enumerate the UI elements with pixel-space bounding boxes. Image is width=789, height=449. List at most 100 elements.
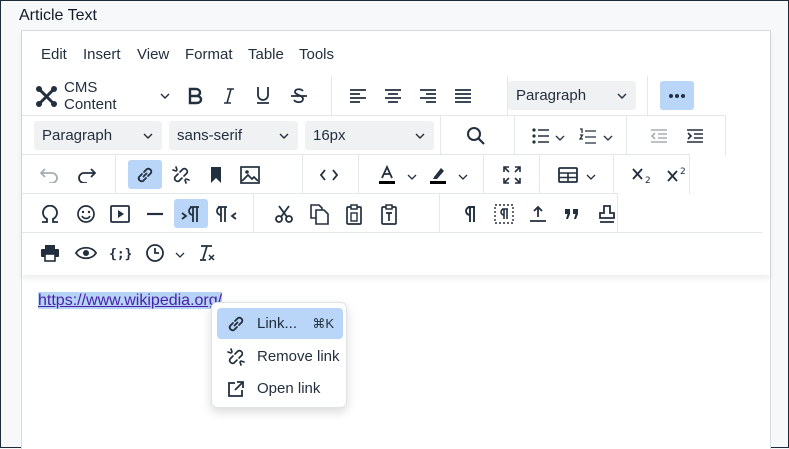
strikethrough-button[interactable] [283,81,315,110]
chevron-down-icon [414,129,426,146]
cut-button[interactable] [268,199,300,228]
align-right-button[interactable] [412,81,444,110]
clear-formatting-button[interactable] [191,238,223,267]
menu-insert[interactable]: Insert [83,46,121,63]
ltr-button[interactable] [174,199,208,228]
blockquote-button[interactable] [556,199,588,228]
toolbar-group-search [441,116,515,155]
rich-text-editor: Edit Insert View Format Table Tools CMS … [21,30,771,449]
context-item-link[interactable]: Link... ⌘K [217,308,343,339]
rtl-button[interactable] [211,199,243,228]
menu-edit[interactable]: Edit [41,46,67,63]
toolbar-group-fullscreen [484,155,540,194]
chevron-down-icon[interactable] [603,128,613,146]
chevron-down-icon[interactable] [175,245,185,263]
superscript-button[interactable]: 2 [661,160,693,189]
table-button[interactable] [552,160,584,189]
context-item-shortcut: ⌘K [312,315,334,331]
block-format-value: Paragraph [516,87,587,104]
align-center-button[interactable] [377,81,409,110]
chevron-down-icon[interactable] [586,167,596,185]
visual-blocks-button[interactable] [488,199,520,228]
italic-icon [222,87,236,105]
highlighter-icon [428,165,448,185]
numbered-list-icon [579,127,597,144]
preview-button[interactable] [70,238,102,267]
search-icon [466,126,486,146]
editor-content[interactable]: https://www.wikipedia.org/ [38,292,223,310]
menu-table[interactable]: Table [248,46,284,63]
font-size-select[interactable]: 16px [305,121,434,150]
toolbar-group-link [116,155,303,194]
toolbar-group-insert [22,194,254,233]
background-color-button[interactable] [422,160,454,189]
context-item-open-link[interactable]: Open link [217,373,343,404]
toolbar-row-2: Paragraph sans-serif 16px [22,115,726,155]
menu-format[interactable]: Format [185,46,233,63]
unlink-button[interactable] [165,160,197,189]
indent-button[interactable] [679,121,711,150]
redo-button[interactable] [70,160,102,189]
subscript-icon: 2 [631,166,653,184]
chevron-down-icon [616,89,628,106]
rtl-icon [216,205,238,223]
content-link[interactable]: https://www.wikipedia.org/ [38,292,223,309]
search-replace-button[interactable] [460,121,492,150]
cms-content-button[interactable]: CMS Content [34,78,170,113]
bullet-list-button[interactable] [525,121,557,150]
font-size-value: 16px [313,127,346,144]
clock-icon [145,243,165,263]
insert-datetime-button[interactable] [139,238,171,267]
clear-formatting-icon [197,243,217,263]
paste-button[interactable] [338,199,370,228]
paste-text-button[interactable] [373,199,405,228]
media-button[interactable] [104,199,136,228]
menu-view[interactable]: View [137,46,169,63]
toolbar-group-indent [627,116,726,155]
open-link-icon [221,380,251,398]
template-button[interactable] [591,199,623,228]
chevron-down-icon [160,93,170,99]
font-family-select[interactable]: sans-serif [169,121,298,150]
underline-button[interactable] [247,81,279,110]
align-left-button[interactable] [342,81,374,110]
anchor-button[interactable] [200,160,232,189]
toolbar-row-5: {;} [22,232,762,271]
image-button[interactable] [234,160,266,189]
text-color-button[interactable] [371,160,403,189]
unlink-icon [171,165,191,185]
code-sample-button[interactable]: {;} [104,238,136,267]
joomla-icon [34,83,60,109]
link-button[interactable] [128,160,162,189]
visual-chars-button[interactable] [453,199,485,228]
svg-text:2: 2 [645,176,651,184]
toolbar-group-misc [440,194,618,233]
numbered-list-button[interactable] [572,121,604,150]
justify-button[interactable] [447,81,479,110]
context-item-remove-link[interactable]: Remove link [217,341,343,372]
copy-button[interactable] [303,199,335,228]
print-button[interactable] [34,238,66,267]
outdent-button[interactable] [643,121,675,150]
block-format-select[interactable]: Paragraph [508,81,636,110]
strikethrough-icon [290,87,308,105]
fullscreen-button[interactable] [496,160,528,189]
menu-tools[interactable]: Tools [299,46,334,63]
bold-button[interactable] [179,81,211,110]
superscript-icon: 2 [666,166,688,184]
block-format-select-2[interactable]: Paragraph [34,121,162,150]
chevron-down-icon[interactable] [458,167,468,185]
emoticons-button[interactable] [70,199,102,228]
cms-content-label: CMS Content [64,78,117,113]
toolbar-row-3: 2 2 [22,154,693,194]
source-code-button[interactable] [313,160,345,189]
italic-button[interactable] [213,81,245,110]
insert-file-button[interactable] [522,199,554,228]
more-toolbar-button[interactable] [660,81,694,110]
subscript-button[interactable]: 2 [626,160,658,189]
horizontal-line-button[interactable] [139,199,171,228]
chevron-down-icon[interactable] [407,167,417,185]
chevron-down-icon[interactable] [555,128,565,146]
special-character-button[interactable] [34,199,66,228]
undo-button[interactable] [34,160,66,189]
